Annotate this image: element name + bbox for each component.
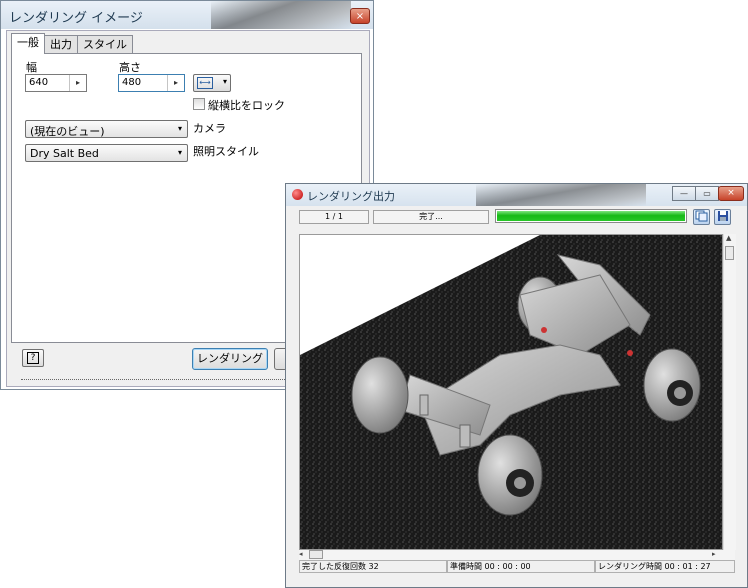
tab-general[interactable]: 一般 (11, 33, 45, 54)
chevron-down-icon: ▾ (222, 77, 227, 86)
chevron-down-icon: ▾ (177, 124, 182, 133)
width-spin-arrow-icon[interactable]: ▸ (69, 75, 86, 91)
resize-icon: ⟷ (197, 77, 213, 89)
vertical-scroll-thumb[interactable] (725, 246, 734, 260)
size-preset-dropdown[interactable]: ⟷ ▾ (193, 74, 231, 92)
title-bar: レンダリング イメージ × (1, 1, 373, 29)
height-label: 高さ (119, 61, 141, 74)
window-title: レンダリング出力 (307, 190, 395, 203)
render-button[interactable]: レンダリング (192, 348, 268, 370)
tab-style[interactable]: スタイル (77, 35, 133, 54)
copy-image-button[interactable] (693, 209, 710, 225)
lighting-style-label: 照明スタイル (193, 145, 259, 158)
camera-label: カメラ (193, 122, 226, 135)
vertical-scrollbar[interactable]: ▲ (723, 234, 736, 550)
width-label: 幅 (26, 61, 37, 74)
title-bar: レンダリング出力 — ▭ × (286, 184, 747, 206)
scroll-right-icon[interactable]: ▸ (712, 550, 716, 558)
dialog-title: レンダリング イメージ (9, 11, 143, 26)
status-iterations: 完了した反復回数 32 (299, 560, 447, 573)
camera-select[interactable]: (現在のビュー) ▾ (25, 120, 188, 138)
minimize-button[interactable]: — (672, 186, 696, 201)
render-canvas (299, 234, 723, 550)
close-button[interactable]: × (718, 186, 744, 201)
maximize-button[interactable]: ▭ (695, 186, 719, 201)
scroll-up-icon[interactable]: ▲ (726, 234, 731, 242)
lighting-style-value: Dry Salt Bed (30, 147, 99, 160)
render-progress-bar (495, 209, 687, 223)
tab-output[interactable]: 出力 (44, 35, 78, 54)
close-button[interactable]: × (350, 8, 370, 24)
app-icon (292, 189, 303, 200)
height-spin-arrow-icon[interactable]: ▸ (167, 75, 184, 91)
lock-aspect-checkbox[interactable] (193, 98, 205, 110)
lighting-style-select[interactable]: Dry Salt Bed ▾ (25, 144, 188, 162)
render-output-window: レンダリング出力 — ▭ × 1 / 1 完了... ▲ ◂ ▸ 完了した反復回… (285, 183, 748, 588)
help-button[interactable]: ? (22, 349, 44, 367)
camera-value: (現在のビュー) (30, 125, 105, 138)
status-render-time: レンダリング時間 00 : 01 : 27 (595, 560, 735, 573)
width-value: 640 (29, 77, 49, 88)
width-input[interactable]: 640 ▸ (25, 74, 87, 92)
help-icon: ? (27, 352, 39, 364)
title-bar-glass (211, 1, 351, 29)
save-icon (717, 211, 728, 221)
pass-counter: 1 / 1 (299, 210, 369, 224)
height-value: 480 (122, 77, 142, 88)
save-image-button[interactable] (714, 209, 731, 225)
height-input[interactable]: 480 ▸ (118, 74, 185, 92)
render-status: 完了... (373, 210, 489, 224)
scroll-left-icon[interactable]: ◂ (299, 550, 303, 558)
horizontal-scroll-thumb[interactable] (309, 550, 323, 559)
render-progress-fill (497, 211, 685, 221)
title-bar-glass (476, 184, 646, 206)
tab-strip: 一般 出力 スタイル (11, 33, 133, 54)
lock-aspect-label: 縦横比をロック (208, 99, 285, 112)
chevron-down-icon: ▾ (177, 148, 182, 157)
horizontal-scrollbar[interactable]: ◂ ▸ (299, 550, 735, 560)
status-prep-time: 準備時間 00 : 00 : 00 (447, 560, 595, 573)
copy-icon (695, 210, 708, 222)
rendered-car-image (300, 235, 722, 549)
